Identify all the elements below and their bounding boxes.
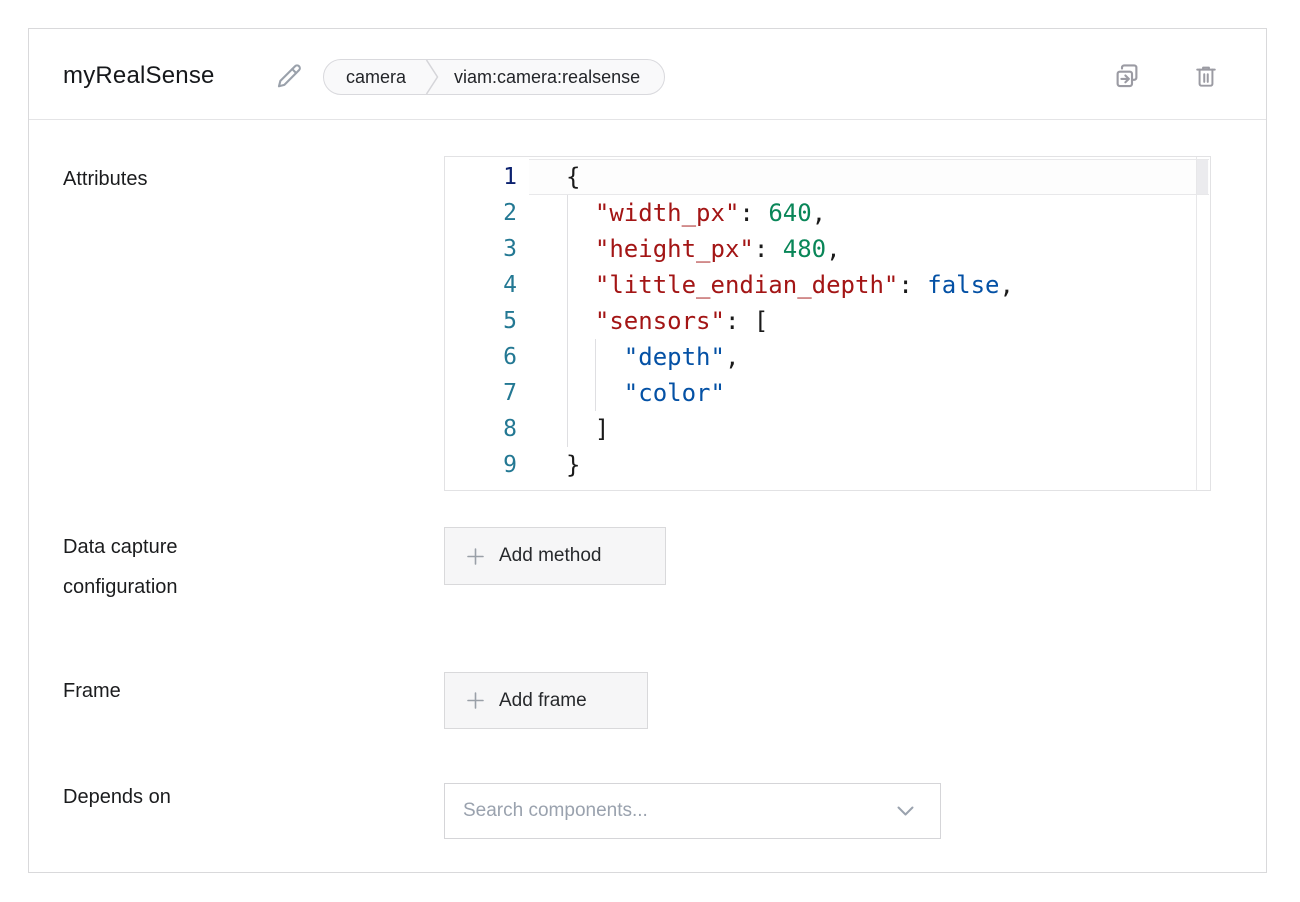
code-text: }: [566, 447, 1210, 483]
line-number: 7: [445, 375, 517, 411]
code-line: 4 "little_endian_depth": false,: [445, 267, 1210, 303]
code-line: 9}: [445, 447, 1210, 483]
add-method-label: Add method: [499, 545, 601, 567]
line-number: 5: [445, 303, 517, 339]
delete-button[interactable]: [1186, 56, 1226, 96]
code-text: ]: [566, 411, 1210, 447]
line-number: 1: [445, 159, 517, 195]
line-number: 8: [445, 411, 517, 447]
line-number: 2: [445, 195, 517, 231]
editor-scrollbar-track: [1196, 157, 1197, 490]
frame-label: Frame: [63, 671, 121, 711]
depends-on-select[interactable]: [444, 783, 941, 839]
code-text: {: [566, 159, 1210, 195]
code-text: "little_endian_depth": false,: [566, 267, 1210, 303]
code-text: "sensors": [: [566, 303, 1210, 339]
code-line: 5 "sensors": [: [445, 303, 1210, 339]
component-name: myRealSense: [63, 62, 215, 90]
attributes-label: Attributes: [63, 159, 147, 199]
add-frame-label: Add frame: [499, 690, 587, 712]
depends-on-label: Depends on: [63, 777, 171, 817]
add-frame-button[interactable]: Add frame: [444, 672, 648, 729]
add-method-button[interactable]: Add method: [444, 527, 666, 585]
code-line: 6 "depth",: [445, 339, 1210, 375]
component-card-header: myRealSense camera viam:camera:realsense: [29, 29, 1266, 120]
code-line: 3 "height_px": 480,: [445, 231, 1210, 267]
depends-on-search-input[interactable]: [445, 800, 897, 822]
duplicate-icon: [1112, 61, 1142, 91]
rename-button[interactable]: [269, 56, 309, 96]
line-number: 6: [445, 339, 517, 375]
data-capture-label: Data capture configuration: [63, 527, 263, 607]
duplicate-button[interactable]: [1107, 56, 1147, 96]
attributes-json-editor[interactable]: 1{2 "width_px": 640,3 "height_px": 480,4…: [444, 156, 1211, 491]
component-card: myRealSense camera viam:camera:realsense: [28, 28, 1267, 873]
code-text: "height_px": 480,: [566, 231, 1210, 267]
chevron-down-icon[interactable]: [897, 806, 914, 816]
code-line: 8 ]: [445, 411, 1210, 447]
code-line: 7 "color": [445, 375, 1210, 411]
breadcrumb-chevron-icon: [424, 59, 440, 95]
editor-scrollbar-thumb[interactable]: [1197, 160, 1208, 194]
code-line: 1{: [445, 159, 1210, 195]
plus-icon: [467, 548, 484, 565]
line-number: 4: [445, 267, 517, 303]
code-text: "color": [566, 375, 1210, 411]
code-text: "width_px": 640,: [566, 195, 1210, 231]
pencil-icon: [275, 62, 303, 90]
trash-icon: [1192, 62, 1220, 90]
plus-icon: [467, 692, 484, 709]
code-line: 2 "width_px": 640,: [445, 195, 1210, 231]
type-model-pill: camera viam:camera:realsense: [323, 59, 665, 95]
code-text: "depth",: [566, 339, 1210, 375]
component-type: camera: [324, 60, 424, 94]
line-number: 9: [445, 447, 517, 483]
line-number: 3: [445, 231, 517, 267]
component-model: viam:camera:realsense: [440, 60, 664, 94]
